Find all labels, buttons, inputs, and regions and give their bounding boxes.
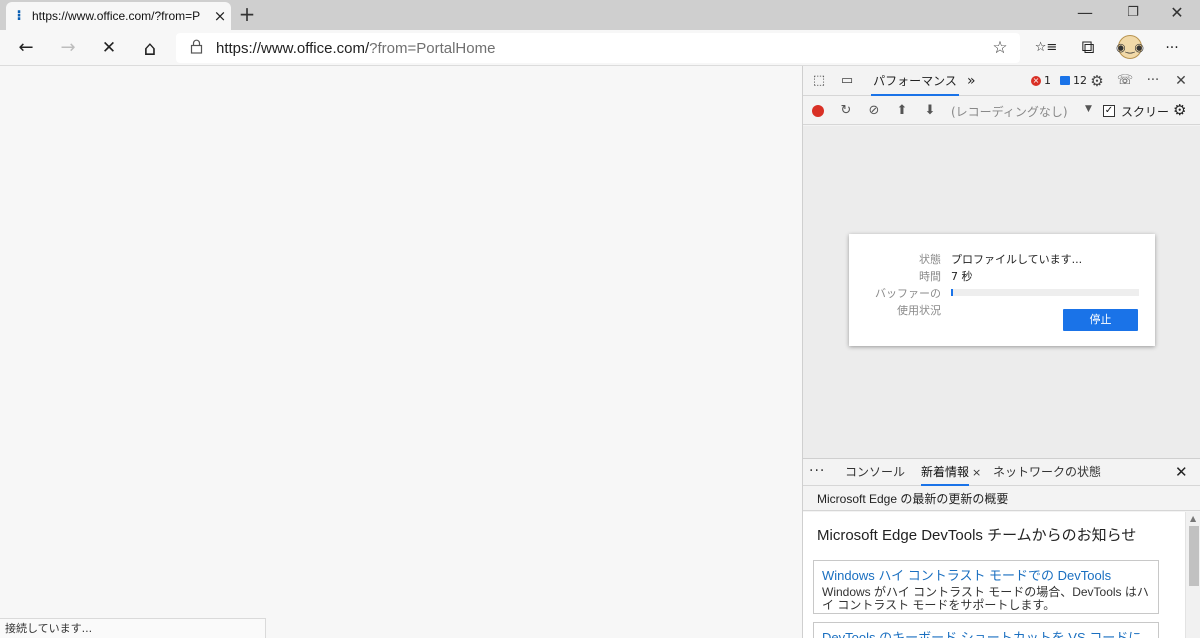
buffer-usage-bar: [951, 289, 1139, 296]
capture-settings-icon[interactable]: ⚙: [1173, 101, 1186, 119]
message-icon: [1060, 76, 1070, 85]
performance-timeline: 状態 プロファイルしています... 時間 7 秒 バッファーの 使用状況 停止: [803, 126, 1200, 458]
message-count: 12: [1073, 74, 1087, 87]
whats-new-content: Microsoft Edge DevTools チームからのお知らせ Windo…: [803, 512, 1200, 638]
address-bar[interactable]: https://www.office.com/?from=PortalHome …: [176, 33, 1020, 63]
new-tab-button[interactable]: +: [236, 4, 258, 26]
scroll-thumb[interactable]: [1189, 526, 1199, 586]
buffer-label-2: 使用状況: [897, 304, 941, 317]
upload-profile-icon[interactable]: ⬆: [893, 102, 911, 120]
device-emulation-icon[interactable]: ▭: [837, 72, 857, 90]
stop-loading-button[interactable]: ✕: [95, 34, 123, 62]
title-bar: ⁝ https://www.office.com/?from=P × + — ❐…: [0, 0, 1200, 30]
whats-new-card[interactable]: DevTools のキーボード ショートカットを VS コードに: [813, 622, 1159, 638]
devtools-close-icon[interactable]: ✕: [1171, 72, 1191, 90]
buffer-label: バッファーの: [875, 287, 941, 300]
url-text[interactable]: https://www.office.com/?from=PortalHome: [216, 40, 980, 57]
whats-new-card[interactable]: Windows ハイ コントラスト モードでの DevTools Windows…: [813, 560, 1159, 614]
time-label: 時間: [919, 270, 941, 283]
drawer-close-icon[interactable]: ✕: [1175, 463, 1188, 481]
status-value: プロファイルしています...: [951, 253, 1083, 266]
restore-button[interactable]: ❐: [1110, 0, 1156, 30]
chevron-down-icon[interactable]: ▼: [1085, 104, 1092, 114]
status-label: 状態: [919, 253, 941, 266]
back-button[interactable]: ←: [12, 34, 40, 62]
devtools-panel: ⬚ ▭ パフォーマンス » × 1 12 ⚙ ☏ ··· ✕ ↻ ⊘ ⬆ ⬇ (…: [802, 66, 1200, 638]
whats-new-scrollbar[interactable]: ▲: [1185, 512, 1200, 638]
screenshots-label: スクリー: [1121, 105, 1170, 119]
page-viewport: 接続しています...: [0, 66, 802, 638]
tab-console[interactable]: コンソール: [845, 459, 905, 486]
tab-whats-new-close-icon[interactable]: ×: [972, 459, 981, 486]
drawer-more-icon[interactable]: ···: [809, 463, 825, 479]
status-bar: 接続しています...: [0, 618, 266, 638]
feedback-icon[interactable]: ☏: [1115, 72, 1135, 90]
error-count: 1: [1044, 74, 1051, 87]
card-title-link[interactable]: DevTools のキーボード ショートカットを VS コードに: [822, 627, 1150, 638]
collections-icon[interactable]: ⧉: [1074, 34, 1102, 62]
whats-new-title: Microsoft Edge DevTools チームからのお知らせ: [817, 527, 1137, 544]
card-title-link[interactable]: Windows ハイ コントラスト モードでの DevTools: [822, 565, 1150, 584]
forward-button[interactable]: →: [54, 34, 82, 62]
tab-close-icon[interactable]: ×: [209, 7, 231, 25]
browser-tab[interactable]: ⁝ https://www.office.com/?from=P ×: [6, 2, 231, 30]
favorites-icon[interactable]: ☆≡: [1032, 34, 1060, 62]
tab-whats-new-label: 新着情報: [921, 465, 970, 479]
settings-more-button[interactable]: ···: [1158, 34, 1186, 62]
url-path: ?from=PortalHome: [369, 39, 496, 57]
performance-toolbar: ↻ ⊘ ⬆ ⬇ (レコーディングなし) ▼ ✓ スクリー ⚙: [803, 97, 1200, 125]
window-close-button[interactable]: ✕: [1154, 0, 1200, 30]
whats-new-subheader: Microsoft Edge の最新の更新の概要: [803, 487, 1200, 511]
url-host: https://www.office.com/: [216, 39, 370, 57]
more-tabs-icon[interactable]: »: [967, 66, 976, 96]
card-description: Windows がハイ コントラスト モードの場合、DevTools はハイ コ…: [822, 585, 1149, 612]
lock-icon[interactable]: [176, 39, 216, 58]
reload-profile-icon[interactable]: ↻: [837, 102, 855, 120]
drawer-tab-bar: ··· コンソール 新着情報 × ネットワークの状態 ✕: [803, 458, 1200, 486]
tab-performance[interactable]: パフォーマンス: [871, 66, 959, 96]
buffer-usage-fill: [951, 289, 953, 296]
profile-avatar[interactable]: ◉‿◉: [1116, 35, 1144, 59]
screenshots-checkbox[interactable]: ✓: [1103, 105, 1115, 117]
profiling-status-dialog: 状態 プロファイルしています... 時間 7 秒 バッファーの 使用状況 停止: [849, 234, 1155, 346]
tab-network-conditions[interactable]: ネットワークの状態: [993, 459, 1101, 486]
loading-favicon-icon: ⁝: [16, 8, 22, 24]
tab-whats-new[interactable]: 新着情報: [921, 459, 970, 486]
devtools-tab-bar: ⬚ ▭ パフォーマンス » × 1 12 ⚙ ☏ ··· ✕: [803, 66, 1200, 96]
time-value: 7 秒: [951, 270, 973, 283]
tab-title: https://www.office.com/?from=P: [32, 9, 201, 23]
download-profile-icon[interactable]: ⬇: [921, 102, 939, 120]
inspect-element-icon[interactable]: ⬚: [809, 72, 829, 90]
issue-counter[interactable]: × 1 12: [1031, 74, 1087, 87]
devtools-more-icon[interactable]: ···: [1143, 72, 1163, 90]
devtools-settings-icon[interactable]: ⚙: [1087, 72, 1107, 90]
home-button[interactable]: ⌂: [136, 34, 164, 62]
error-icon: ×: [1031, 75, 1041, 86]
clear-icon[interactable]: ⊘: [865, 102, 883, 120]
favorite-star-icon[interactable]: ☆: [980, 38, 1020, 58]
scroll-up-icon[interactable]: ▲: [1190, 514, 1196, 523]
lock-icon-svg: [190, 39, 202, 54]
browser-toolbar: ← → ✕ ⌂ https://www.office.com/?from=Por…: [0, 30, 1200, 66]
recording-select[interactable]: (レコーディングなし): [951, 103, 1068, 120]
stop-button[interactable]: 停止: [1063, 309, 1138, 331]
record-button[interactable]: [812, 105, 824, 117]
minimize-button[interactable]: —: [1062, 0, 1108, 30]
